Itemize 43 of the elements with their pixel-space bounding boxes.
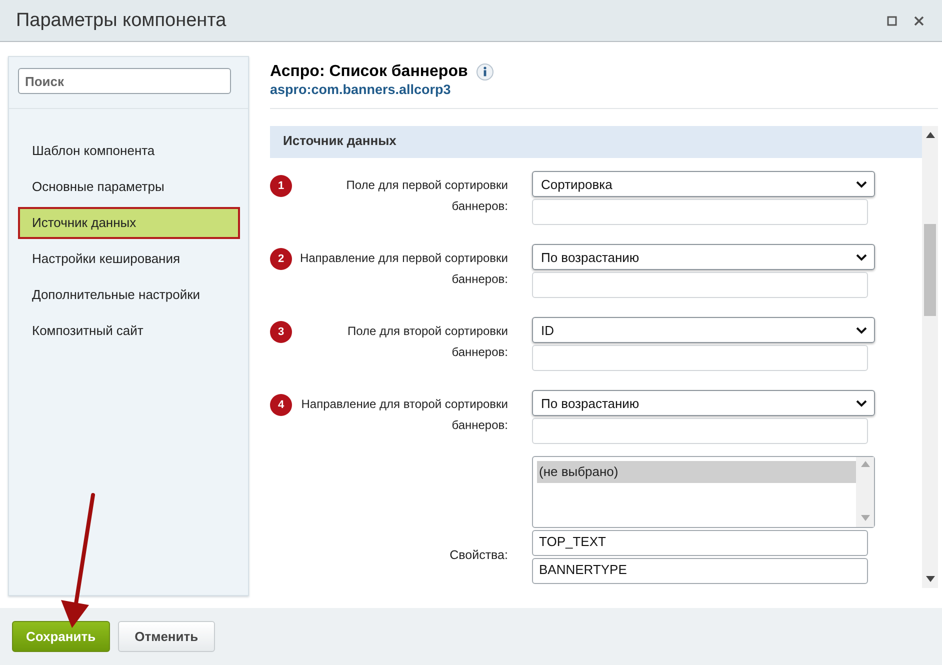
info-icon[interactable]: [476, 63, 494, 81]
close-icon[interactable]: [914, 16, 924, 26]
sidebar-item[interactable]: Настройки кеширования: [18, 243, 240, 275]
field-label: Направление для второй сортировки баннеров:: [300, 396, 508, 434]
search-field[interactable]: Поиск: [18, 68, 231, 94]
select-field[interactable]: По возрастанию: [532, 244, 875, 270]
select-field[interactable]: ID: [532, 317, 875, 343]
select-field[interactable]: Сортировка: [532, 171, 875, 197]
scrollbar-thumb[interactable]: [924, 224, 936, 316]
list-box[interactable]: (не выбрано): [532, 456, 875, 528]
text-field[interactable]: BANNERTYPE: [532, 558, 868, 584]
text-field[interactable]: [532, 272, 868, 298]
text-field[interactable]: TOP_TEXT: [532, 530, 868, 556]
component-title: Аспро: Список баннеров: [270, 63, 468, 81]
window-title: Параметры компонента: [16, 10, 226, 32]
chevron-down-icon: [856, 180, 867, 188]
chevron-down-icon: [856, 326, 867, 334]
field-label: Поле для второй сортировки баннеров:: [346, 323, 508, 361]
scroll-down-icon[interactable]: [926, 576, 934, 582]
field-label: Направление для первой сортировки баннеров:: [298, 250, 508, 288]
sidebar-item[interactable]: Композитный сайт: [18, 315, 240, 347]
section-header: Источник данных: [270, 126, 922, 158]
number-badge: 2: [270, 248, 292, 270]
sidebar-item[interactable]: Дополнительные настройки: [18, 279, 240, 311]
cancel-button[interactable]: Отменить: [118, 621, 216, 652]
field-label: Поле для первой сортировки баннеров:: [345, 177, 508, 215]
list-option[interactable]: (не выбрано): [537, 461, 856, 483]
sidebar-item[interactable]: Шаблон компонента: [18, 135, 240, 167]
number-badge: 1: [270, 175, 292, 197]
text-field[interactable]: [532, 199, 868, 225]
sidebar-item[interactable]: Источник данных: [18, 207, 240, 239]
component-code: aspro:com.banners.allcorp3: [270, 82, 451, 97]
scroll-up-icon[interactable]: [926, 132, 934, 138]
sidebar-item[interactable]: Основные параметры: [18, 171, 240, 203]
chevron-down-icon: [856, 254, 867, 260]
field-label: Свойства:: [450, 548, 508, 562]
maximize-icon[interactable]: [887, 16, 897, 26]
number-badge: 4: [270, 394, 292, 416]
number-badge: 3: [270, 321, 292, 343]
select-field[interactable]: По возрастанию: [532, 390, 875, 416]
text-field[interactable]: [532, 418, 868, 444]
chevron-down-icon: [856, 400, 867, 406]
text-field[interactable]: [532, 345, 868, 371]
